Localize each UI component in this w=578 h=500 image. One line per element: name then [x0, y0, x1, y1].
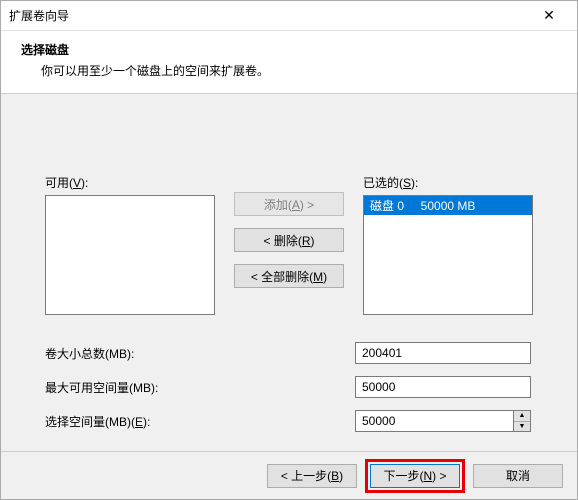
- body: 可用(V): 添加(A) > < 删除(R) < 全部删除(M) 已选的(S):: [1, 94, 577, 453]
- total-size-label: 卷大小总数(MB):: [45, 345, 355, 362]
- remove-all-key: M: [313, 270, 323, 284]
- page-heading: 选择磁盘: [21, 41, 557, 58]
- add-button[interactable]: 添加(A) >: [234, 192, 344, 216]
- header: 选择磁盘 你可以用至少一个磁盘上的空间来扩展卷。: [1, 31, 577, 94]
- next-pre: 下一步(: [383, 469, 423, 483]
- wizard-window: 扩展卷向导 ✕ 选择磁盘 你可以用至少一个磁盘上的空间来扩展卷。 可用(V): …: [0, 0, 578, 500]
- selected-label: 已选的(S):: [363, 174, 533, 191]
- remove-pre: < 删除(: [263, 234, 301, 248]
- max-space-row: 最大可用空间量(MB):: [45, 375, 533, 399]
- selected-label-pre: 已选的(: [363, 176, 403, 190]
- spin-down-icon[interactable]: ▼: [514, 422, 530, 432]
- total-size-row: 卷大小总数(MB):: [45, 341, 533, 365]
- select-space-pre: 选择空间量(MB)(: [45, 415, 135, 429]
- available-label-post: ):: [81, 176, 88, 190]
- selected-label-post: ):: [411, 176, 418, 190]
- select-space-post: ):: [143, 415, 150, 429]
- select-space-label: 选择空间量(MB)(E):: [45, 413, 355, 430]
- add-key: A: [292, 198, 300, 212]
- fields: 卷大小总数(MB): 最大可用空间量(MB): 选择空间量(MB)(E): ▲ …: [45, 341, 533, 433]
- select-space-spinner: ▲ ▼: [355, 410, 531, 432]
- titlebar: 扩展卷向导 ✕: [1, 1, 577, 31]
- add-post: ) >: [300, 198, 314, 212]
- available-column: 可用(V):: [45, 174, 215, 315]
- selected-listbox[interactable]: 磁盘 0 50000 MB: [363, 195, 533, 315]
- next-key: N: [423, 469, 432, 483]
- select-space-input[interactable]: [355, 410, 513, 432]
- disk-lists-row: 可用(V): 添加(A) > < 删除(R) < 全部删除(M) 已选的(S):: [45, 174, 533, 315]
- page-description: 你可以用至少一个磁盘上的空间来扩展卷。: [41, 62, 557, 79]
- available-listbox[interactable]: [45, 195, 215, 315]
- back-button[interactable]: < 上一步(B): [267, 464, 357, 488]
- back-key: B: [331, 469, 339, 483]
- next-button[interactable]: 下一步(N) >: [370, 464, 460, 488]
- next-post: ) >: [432, 469, 446, 483]
- selected-column: 已选的(S): 磁盘 0 50000 MB: [363, 174, 533, 315]
- list-item[interactable]: 磁盘 0 50000 MB: [364, 196, 532, 215]
- cancel-button[interactable]: 取消: [473, 464, 563, 488]
- remove-key: R: [302, 234, 311, 248]
- window-title: 扩展卷向导: [9, 7, 529, 24]
- spin-up-icon[interactable]: ▲: [514, 411, 530, 422]
- select-space-key: E: [135, 415, 143, 429]
- transfer-buttons: 添加(A) > < 删除(R) < 全部删除(M): [215, 174, 363, 288]
- spinner-buttons: ▲ ▼: [513, 410, 531, 432]
- footer: < 上一步(B) 下一步(N) > 取消: [1, 451, 577, 499]
- remove-button[interactable]: < 删除(R): [234, 228, 344, 252]
- available-label: 可用(V):: [45, 174, 215, 191]
- total-size-value: [355, 342, 531, 364]
- remove-all-post: ): [323, 270, 327, 284]
- close-icon[interactable]: ✕: [529, 7, 569, 24]
- max-space-value: [355, 376, 531, 398]
- back-pre: < 上一步(: [281, 469, 331, 483]
- back-post: ): [339, 469, 343, 483]
- remove-all-pre: < 全部删除(: [251, 270, 313, 284]
- remove-post: ): [311, 234, 315, 248]
- available-label-key: V: [73, 176, 81, 190]
- select-space-row: 选择空间量(MB)(E): ▲ ▼: [45, 409, 533, 433]
- selected-label-key: S: [403, 176, 411, 190]
- max-space-label: 最大可用空间量(MB):: [45, 379, 355, 396]
- add-pre: 添加(: [264, 198, 292, 212]
- remove-all-button[interactable]: < 全部删除(M): [234, 264, 344, 288]
- next-button-highlight: 下一步(N) >: [365, 459, 465, 493]
- available-label-pre: 可用(: [45, 176, 73, 190]
